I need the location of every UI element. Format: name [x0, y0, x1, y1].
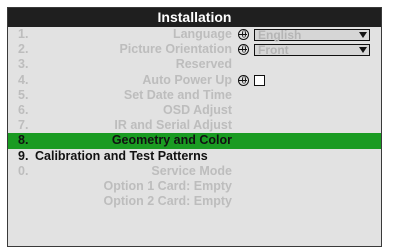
globe-icon — [238, 74, 249, 86]
picture-orientation-dropdown[interactable]: Front — [254, 42, 370, 57]
picture-orientation-value: Front — [258, 42, 289, 57]
menu-item-language[interactable]: 1. Language English — [8, 27, 381, 42]
menu-item-osd-adjust[interactable]: 6. OSD Adjust — [8, 103, 381, 118]
installation-menu: Installation 1. Language English 2. Pict… — [7, 7, 382, 247]
globe-icon — [238, 29, 249, 41]
menu-item-picture-orientation[interactable]: 2. Picture Orientation Front — [8, 42, 381, 57]
menu-item-label: Set Date and Time — [123, 87, 232, 102]
triangle-down-icon — [359, 46, 367, 53]
language-dropdown[interactable]: English — [254, 27, 370, 42]
menu-item-label: Auto Power Up — [142, 72, 232, 87]
picture-orientation-control: Front — [238, 42, 370, 57]
menu-item-set-date-and-time[interactable]: 5. Set Date and Time — [8, 88, 381, 103]
menu-item-number: 9. — [18, 148, 29, 163]
menu-item-reserved[interactable]: 3. Reserved — [8, 57, 381, 72]
menu-item-number: 2. — [18, 42, 29, 57]
menu-item-number: 6. — [18, 102, 29, 117]
menu-item-service-mode[interactable]: 0. Service Mode — [8, 164, 381, 179]
menu-item-number: 1. — [18, 27, 29, 41]
menu-item-auto-power-up[interactable]: 4. Auto Power Up — [8, 73, 381, 88]
menu-item-label: Language — [172, 27, 232, 41]
menu-item-number: 5. — [18, 87, 29, 102]
menu-list: 1. Language English 2. Picture Orientati… — [8, 27, 381, 209]
menu-item-label: OSD Adjust — [163, 102, 232, 117]
menu-item-number: 3. — [18, 57, 29, 72]
menu-item-label: Picture Orientation — [119, 42, 232, 57]
language-value: English — [258, 27, 302, 42]
menu-item-label: IR and Serial Adjust — [114, 118, 232, 133]
globe-icon — [238, 44, 249, 56]
menu-item-number: 7. — [18, 118, 29, 133]
menu-item-label: Geometry and Color — [111, 133, 232, 148]
menu-item-option-1-card: Option 1 Card: Empty — [8, 179, 381, 194]
menu-item-number: 4. — [18, 72, 29, 87]
menu-title: Installation — [8, 8, 381, 27]
menu-item-number: 0. — [18, 163, 29, 178]
auto-power-up-checkbox[interactable] — [254, 74, 265, 86]
menu-item-calibration-and-test-patterns[interactable]: 9. Calibration and Test Patterns — [8, 149, 381, 164]
menu-item-label: Reserved — [175, 57, 232, 72]
menu-item-number: 8. — [18, 133, 29, 148]
menu-item-label: Option 1 Card: Empty — [103, 178, 232, 193]
triangle-down-icon — [359, 31, 367, 38]
auto-power-up-control — [238, 73, 265, 88]
menu-item-label: Option 2 Card: Empty — [103, 194, 232, 209]
menu-item-label: Calibration and Test Patterns — [35, 148, 208, 163]
menu-item-geometry-and-color[interactable]: 8. Geometry and Color — [8, 133, 381, 149]
menu-item-ir-and-serial-adjust[interactable]: 7. IR and Serial Adjust — [8, 118, 381, 133]
menu-item-option-2-card: Option 2 Card: Empty — [8, 194, 381, 209]
language-control: English — [238, 27, 370, 42]
menu-item-label: Service Mode — [151, 163, 232, 178]
